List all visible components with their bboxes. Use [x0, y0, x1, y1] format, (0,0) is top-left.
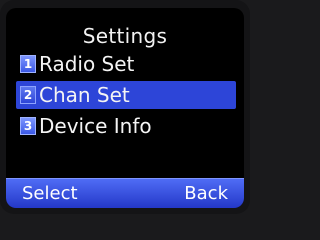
page-title: Settings	[82, 24, 168, 48]
select-softkey[interactable]: Select	[22, 183, 78, 205]
menu-item-label: Chan Set	[39, 83, 130, 107]
menu-item-radio-set[interactable]: 1 Radio Set	[16, 50, 244, 78]
menu-item-label: Radio Set	[39, 52, 135, 76]
number-2-icon: 2	[20, 86, 36, 104]
settings-menu: 1 Radio Set 2 Chan Set 3 Device Info	[6, 50, 244, 143]
back-softkey[interactable]: Back	[184, 183, 228, 205]
menu-item-label: Device Info	[39, 114, 152, 138]
number-3-icon: 3	[20, 117, 36, 135]
number-1-icon: 1	[20, 55, 36, 73]
softkey-bar: Select Back	[6, 178, 244, 208]
menu-item-chan-set[interactable]: 2 Chan Set	[16, 81, 236, 109]
menu-item-device-info[interactable]: 3 Device Info	[16, 112, 244, 140]
lcd-screen: Settings 1 Radio Set 2 Chan Set 3 Device…	[6, 8, 244, 208]
device-bezel: Settings 1 Radio Set 2 Chan Set 3 Device…	[0, 0, 250, 214]
